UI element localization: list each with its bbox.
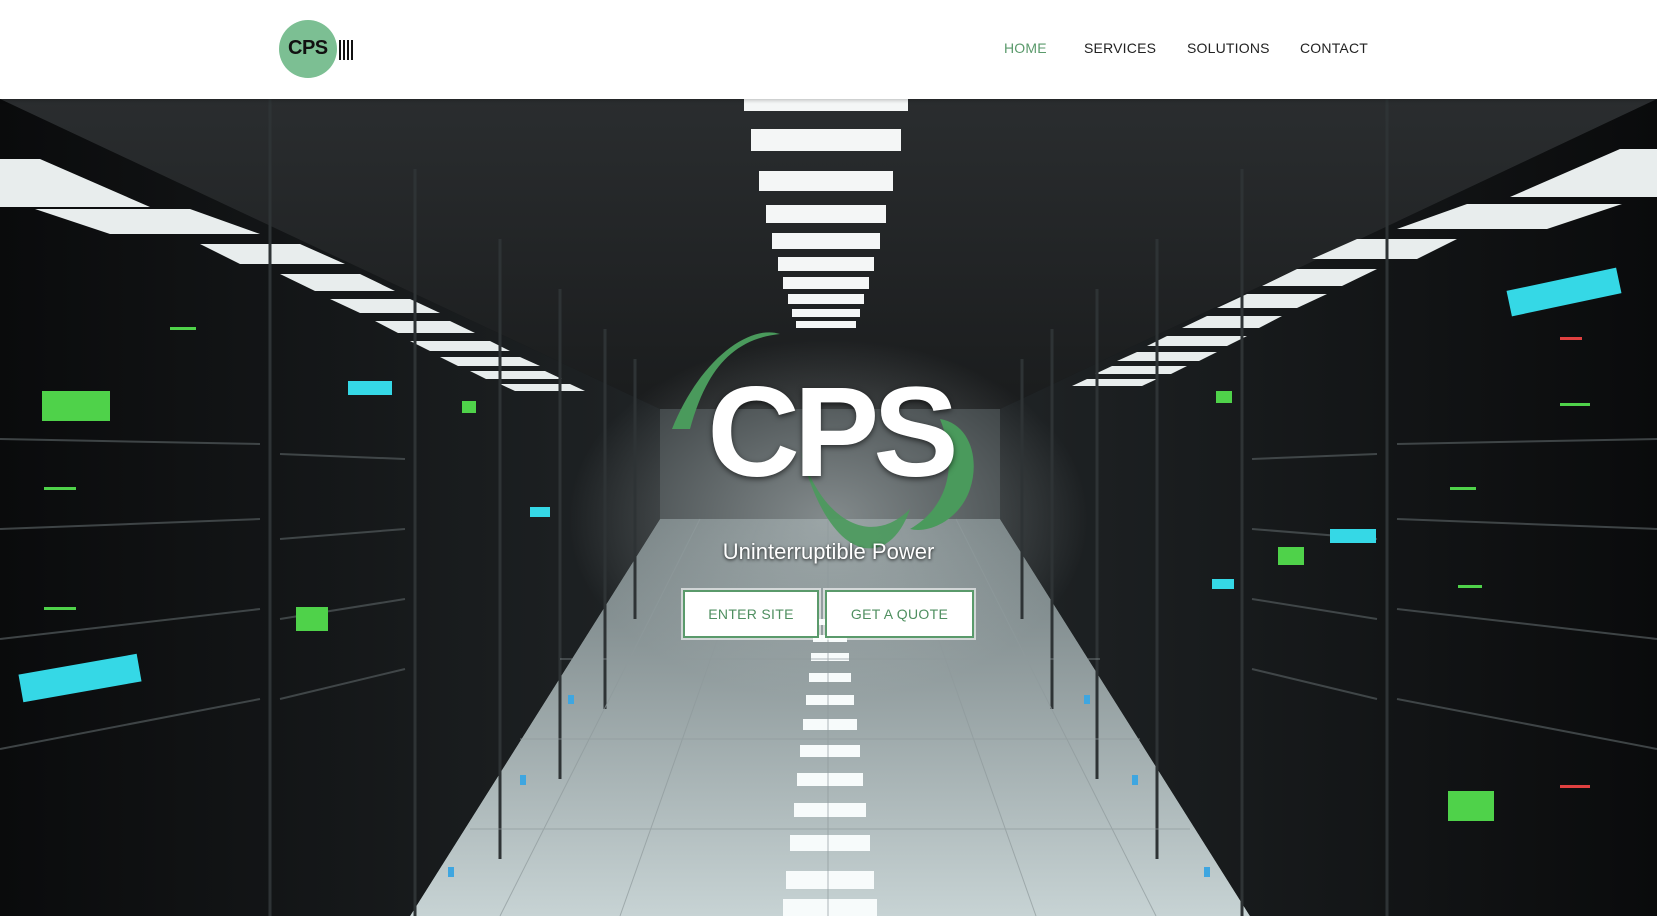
main-nav: HOME SERVICES SOLUTIONS CONTACT [0,40,1657,60]
hero-tagline: Uninterruptible Power [722,539,935,564]
nav-home[interactable]: HOME [1004,40,1047,56]
hero-section: CPS Uninterruptible Power ENTER SITE GET… [0,99,1657,916]
hero-title: CPS [707,361,958,504]
enter-site-button[interactable]: ENTER SITE [683,590,819,638]
nav-solutions[interactable]: SOLUTIONS [1187,40,1270,56]
site-header: CPS HOME SERVICES SOLUTIONS CONTACT [0,0,1657,99]
nav-contact[interactable]: CONTACT [1300,40,1368,56]
nav-services[interactable]: SERVICES [1084,40,1156,56]
get-quote-button[interactable]: GET A QUOTE [825,590,974,638]
